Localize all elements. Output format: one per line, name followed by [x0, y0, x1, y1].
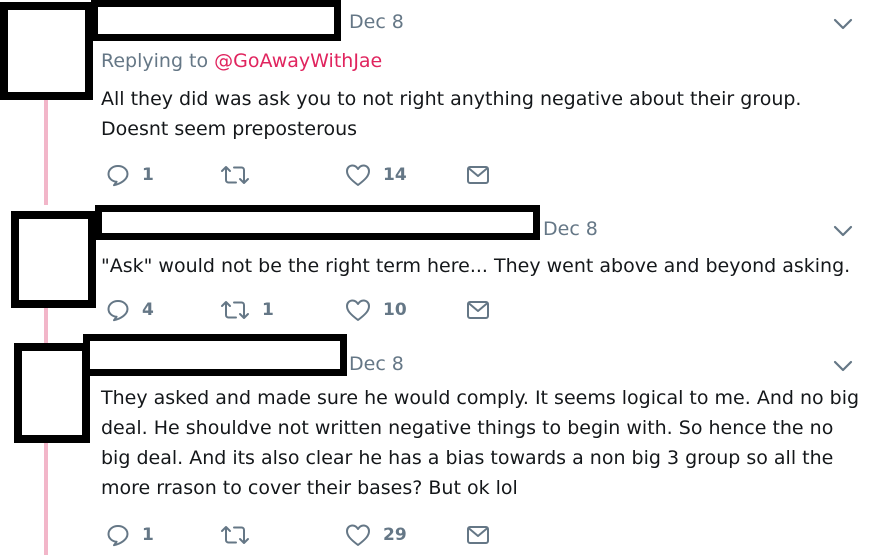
message-button[interactable]: [466, 165, 490, 185]
reply-icon: [107, 300, 129, 322]
chevron-down-icon[interactable]: [833, 225, 853, 237]
avatar-redacted[interactable]: [11, 211, 96, 308]
retweet-button[interactable]: [220, 163, 262, 187]
thread-line: [44, 308, 48, 343]
like-count: 29: [383, 525, 407, 545]
message-icon: [467, 166, 489, 184]
retweet-button[interactable]: 1: [220, 298, 274, 322]
replying-to-handle[interactable]: @GoAwayWithJae: [214, 50, 382, 72]
author-name-redacted[interactable]: [95, 205, 540, 240]
like-count: 14: [383, 165, 407, 185]
reply-button[interactable]: 4: [106, 298, 154, 322]
thread-line: [44, 440, 48, 555]
reply-button[interactable]: 1: [106, 163, 154, 187]
tweet-date[interactable]: Dec 8: [543, 218, 598, 240]
like-button[interactable]: 10: [345, 298, 407, 322]
retweet-button[interactable]: [220, 523, 262, 547]
thread-line: [44, 95, 48, 205]
tweet-text: "Ask" would not be the right term here..…: [101, 255, 851, 277]
chevron-down-icon[interactable]: [833, 18, 853, 30]
retweet-icon: [221, 301, 249, 319]
tweet-text: All they did was ask you to not right an…: [101, 88, 802, 140]
retweet-icon: [221, 526, 249, 544]
tweet-date[interactable]: Dec 8: [349, 353, 404, 375]
reply-count: 1: [142, 525, 154, 545]
message-icon: [467, 301, 489, 319]
chevron-down-icon[interactable]: [833, 360, 853, 372]
like-button[interactable]: 29: [345, 523, 407, 547]
like-count: 10: [383, 300, 407, 320]
like-icon: [346, 164, 370, 186]
replying-to-label: Replying to: [101, 50, 209, 72]
reply-count: 4: [142, 300, 154, 320]
reply-icon: [107, 165, 129, 187]
author-name-redacted[interactable]: [91, 0, 341, 41]
reply-button[interactable]: 1: [106, 523, 154, 547]
message-icon: [467, 526, 489, 544]
reply-icon: [107, 525, 129, 547]
avatar-redacted[interactable]: [14, 343, 90, 443]
avatar-redacted[interactable]: [0, 2, 93, 100]
message-button[interactable]: [466, 300, 490, 320]
replying-to: Replying to @GoAwayWithJae: [101, 50, 382, 72]
retweet-count: 1: [262, 300, 274, 320]
reply-count: 1: [142, 165, 154, 185]
author-name-redacted[interactable]: [83, 334, 347, 376]
tweet-text: They asked and made sure he would comply…: [101, 387, 860, 499]
like-icon: [346, 524, 370, 546]
like-icon: [346, 299, 370, 321]
like-button[interactable]: 14: [345, 163, 407, 187]
retweet-icon: [221, 166, 249, 184]
message-button[interactable]: [466, 525, 490, 545]
tweet-date[interactable]: Dec 8: [349, 11, 404, 33]
